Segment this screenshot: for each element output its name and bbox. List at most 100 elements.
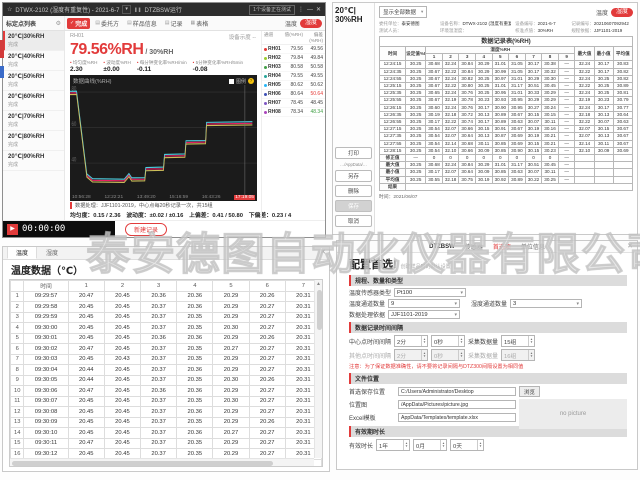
other-sample-count-stepper: 16组▲▼ — [501, 349, 535, 361]
pause-icon[interactable]: ❚❚ — [134, 7, 142, 13]
horizontal-scroll-thumb[interactable] — [12, 461, 273, 466]
sidebar-calibration-point[interactable]: 20℃|30%RH完成 — [3, 31, 64, 51]
data-basis-select[interactable]: JJF1101-2019▾ — [388, 310, 460, 319]
temp-channel-count-select[interactable]: 9▾ — [388, 299, 460, 308]
temp-table-row: 709:30:0320.4520.4320.3720.3520.2920.272… — [11, 354, 322, 365]
interval-warning-note: 注意：为了保证数据准确性，请不要将记录间隔与DTZ300间隔设置为相同值 — [349, 363, 627, 370]
save-as-button[interactable]: 另存 — [335, 170, 372, 182]
picture-location-label: 位置图 — [349, 400, 395, 409]
help-icon[interactable]: ? — [248, 78, 254, 84]
delete-button[interactable]: 删除 — [335, 185, 372, 197]
vertical-scrollbar[interactable]: ▲ — [314, 280, 322, 458]
sensor-type-select[interactable]: Pt100▾ — [394, 288, 466, 297]
save-location-label: 首选保存位置 — [349, 387, 395, 396]
record-timer: 00:00:00 — [22, 224, 65, 234]
tab-sensors[interactable]: 传感器 — [465, 242, 483, 251]
browse-save-button[interactable]: 浏览 — [519, 386, 540, 397]
play-icon[interactable]: ▶ — [7, 224, 18, 235]
new-record-button[interactable]: 新建记录 — [125, 223, 167, 236]
tab-humidity[interactable]: 湿度 — [37, 246, 67, 259]
temp-table-row: 1109:30:0720.4520.4520.3720.3520.3020.27… — [11, 396, 322, 407]
report-data-row: 12:24:1530.2530.6832.2430.8430.2931.0131… — [380, 61, 633, 68]
record-button[interactable]: ▤记录 — [162, 18, 186, 29]
gear-icon[interactable]: ⚙ — [56, 20, 61, 27]
temp-table-row: 209:29:5820.4520.4520.3720.3620.2920.272… — [11, 302, 322, 313]
humi-channel-count-select[interactable]: 3▾ — [510, 299, 582, 308]
sample-count-stepper[interactable]: 15组▲▼ — [501, 335, 535, 347]
report-info-field: 设备编号：2021-6-7 — [515, 21, 567, 27]
channel-color-dot — [264, 57, 267, 60]
table-button[interactable]: ▦表格 — [187, 18, 211, 29]
monitor-toolbar: 标定点列表 ⚙ ✓ 完成 ▤委托方 ▤样品信息 ▤记录 ▦表格 温度 湿度 — [3, 16, 325, 31]
close-icon[interactable]: ✕ — [627, 242, 633, 250]
report-data-row: 12:24:5530.2530.6732.2430.8230.2530.9731… — [380, 75, 633, 82]
report-info-field: 规程依据：JJF1101-2019 — [571, 28, 633, 34]
sidebar-calibration-point[interactable]: 20℃|50%RH完成 — [3, 71, 64, 91]
excel-template-input[interactable]: AppData/Templates/template.xlsx — [398, 413, 516, 422]
tab-unit-info[interactable]: 单位信息 — [521, 242, 545, 251]
validity-months-stepper[interactable]: 0月▲▼ — [413, 439, 447, 451]
report-summary-row: 最小值30.2530.1732.0730.6430.0930.8530.6330… — [380, 169, 633, 176]
sidebar-calibration-point[interactable]: 20℃|60%RH完成 — [3, 91, 64, 111]
cursor-time-label: 17:19:05 — [234, 195, 255, 200]
grid-icon: ▦ — [190, 20, 195, 26]
cancel-button[interactable]: 取消 — [335, 215, 372, 227]
channel-color-dot — [264, 66, 267, 69]
sidebar-calibration-point[interactable]: 20℃|40%RH完成 — [3, 51, 64, 71]
preferences-tabbar: DTZBSW 传感器 首选项 单位信息 ✕ — [337, 241, 637, 253]
tab-humidity[interactable]: 湿度 — [300, 19, 322, 28]
more-icon[interactable]: ⋮ — [298, 6, 304, 13]
tab-preferences[interactable]: 首选项 — [493, 242, 511, 251]
sidebar-calibration-point[interactable]: 20℃|80%RH完成 — [3, 131, 64, 151]
temp-table-row: 509:30:0120.4520.4520.3620.3620.2920.262… — [11, 333, 322, 344]
legend-checkbox[interactable] — [229, 79, 234, 84]
close-icon[interactable]: ✕ — [316, 6, 321, 13]
tab-temperature[interactable]: 温度 — [7, 246, 37, 259]
view-all-data-select[interactable]: 显示全部数据▾ — [379, 6, 427, 18]
close-icon[interactable]: ✕ — [320, 248, 326, 256]
temp-table-row: 1509:30:1120.4720.4520.3720.3520.2920.27… — [11, 438, 322, 449]
save-path-note: …/AppData/… — [335, 162, 372, 167]
document-icon: ▤ — [95, 20, 100, 26]
statistics-line: 均匀度：0.15 / 2.36 波动度：±0.02 / ±0.16 上偏差：0.… — [70, 210, 256, 219]
vertical-scroll-thumb[interactable] — [317, 290, 322, 330]
temp-table-row: 1209:30:0820.4520.4520.3720.3620.2920.27… — [11, 407, 322, 418]
temp-table-row: 809:30:0420.4420.4520.3720.3620.2920.272… — [11, 365, 322, 376]
save-location-input[interactable]: C:/Users/Administrator/Desktop — [398, 387, 516, 396]
scroll-up-icon[interactable]: ▲ — [315, 280, 322, 288]
report-info-field: 委托单位：泰安德图 — [379, 21, 436, 27]
horizontal-scrollbar[interactable] — [10, 458, 314, 466]
tab-humidity[interactable]: 湿度 — [611, 8, 633, 17]
chevron-down-icon[interactable]: ▾ — [122, 5, 131, 14]
validity-years-stepper[interactable]: 1年▲▼ — [376, 439, 410, 451]
print-button[interactable]: 打印 — [335, 147, 372, 159]
tab-temperature[interactable]: 温度 — [596, 8, 608, 17]
sample-count-label: 采集数据量 — [468, 337, 498, 346]
minimize-icon[interactable]: — — [307, 7, 313, 13]
sample-info-button[interactable]: ▤样品信息 — [124, 18, 160, 29]
tab-dtzbsw[interactable]: DTZBSW — [429, 244, 455, 250]
save-button: 保存 — [335, 200, 372, 212]
star-icon[interactable]: ☆ — [7, 6, 12, 13]
done-button[interactable]: ✓ 完成 — [67, 18, 90, 29]
data-processing-note: 数据处理：JJF1101-2019，中心点每20秒记录一次，共15组 — [70, 202, 256, 209]
chart-x-axis: 10:56:2812:22:2113:49:2015:16:5916:43:26… — [70, 195, 257, 201]
other-sample-count-label: 采集数据量 — [468, 351, 498, 360]
channel-color-dot — [264, 111, 267, 114]
report-data-row: 12:25:3530.2530.6532.2430.7630.2530.9531… — [380, 90, 633, 97]
center-minutes-stepper[interactable]: 2分▲▼ — [394, 335, 428, 347]
report-data-row: 12:25:5530.2530.6732.1930.7830.2330.9330… — [380, 97, 633, 104]
temp-table-row: 909:30:0520.4420.4520.3720.3520.3020.262… — [11, 375, 322, 386]
report-data-row: 12:25:1530.2530.6732.2230.8030.2531.0131… — [380, 83, 633, 90]
tab-temperature[interactable]: 温度 — [285, 19, 297, 28]
report-table: 数据记录表(%RH)时间设定值%RH湿度%RH最大值最小值平均值12345678… — [379, 36, 633, 191]
sidebar-calibration-point[interactable]: 20℃|90%RH完成 — [3, 151, 64, 171]
picture-location-input[interactable]: /AppData/Pictures/picture.jpg — [398, 400, 516, 409]
temp-table-row: 109:29:5720.4720.4520.3620.3620.2920.262… — [11, 291, 322, 302]
validity-days-stepper[interactable]: 0天▲▼ — [450, 439, 484, 451]
chart-title: 数据曲线(%RH) — [73, 77, 112, 85]
client-button[interactable]: ▤委托方 — [92, 18, 122, 29]
center-seconds-stepper[interactable]: 0秒▲▼ — [431, 335, 465, 347]
trend-chart-svg: 806040 — [70, 85, 257, 195]
sidebar-calibration-point[interactable]: 20℃|70%RH完成 — [3, 111, 64, 131]
